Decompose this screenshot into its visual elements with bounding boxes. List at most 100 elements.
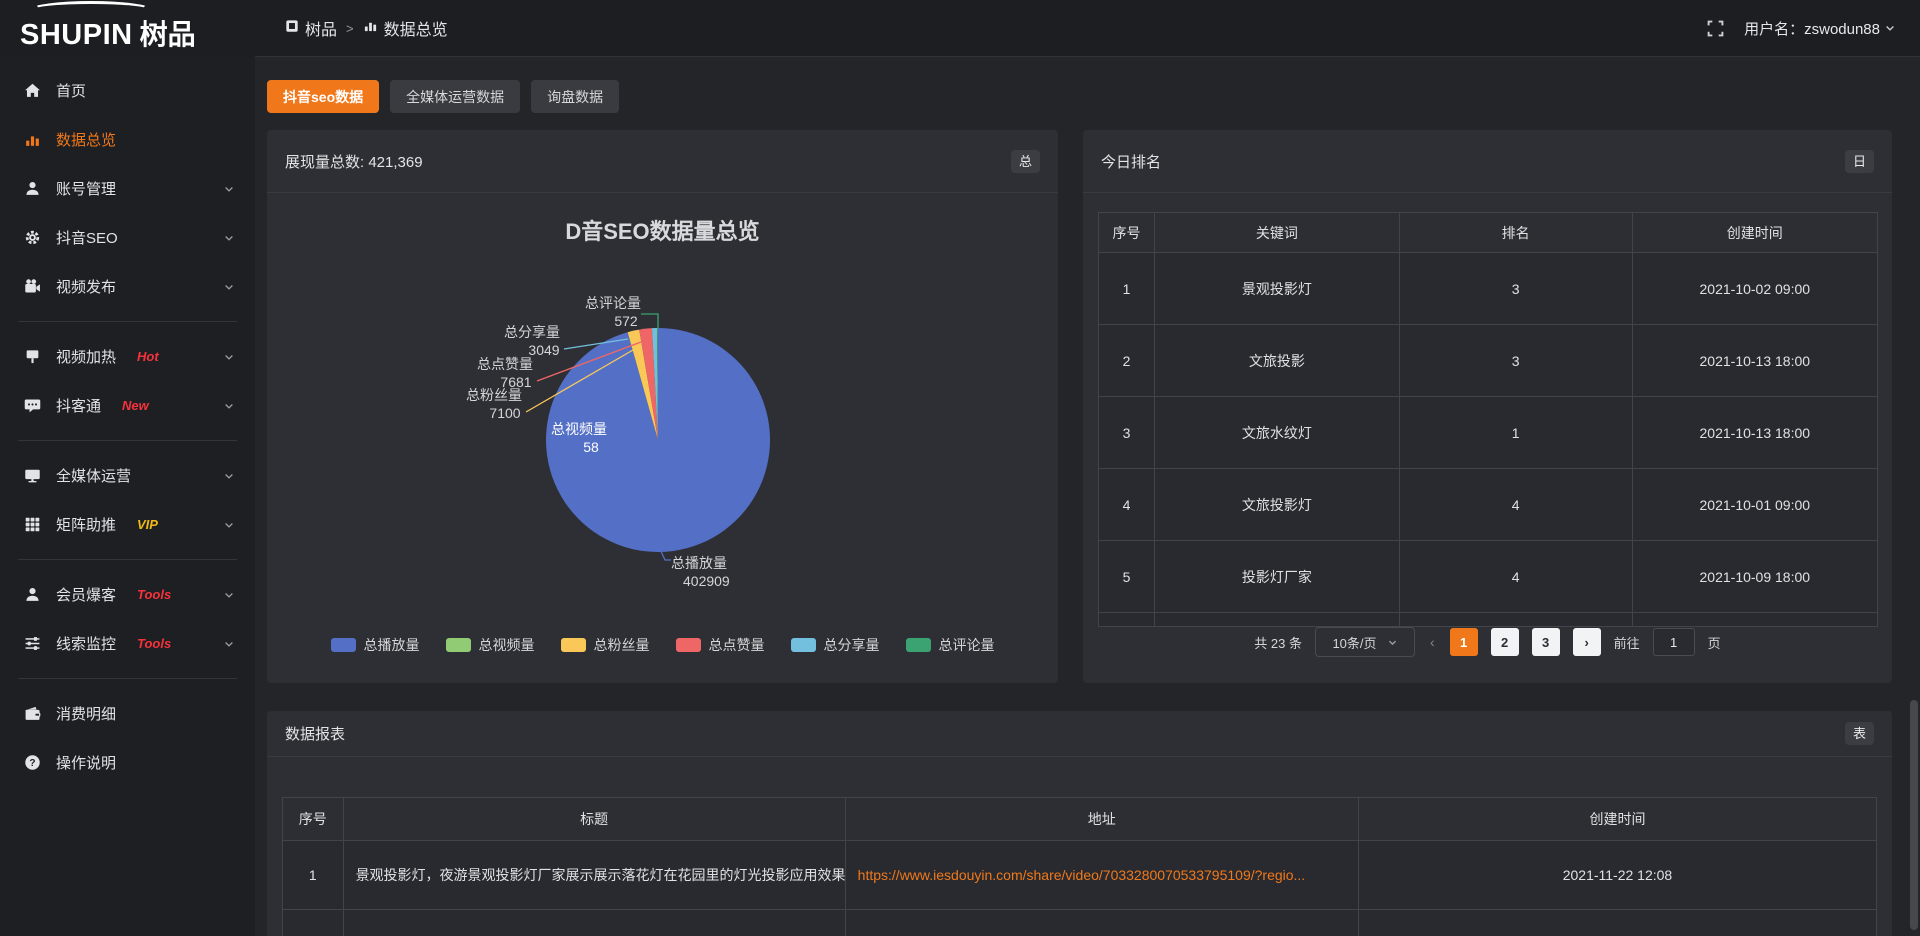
report-column-header: 地址	[845, 798, 1358, 841]
sidebar-item-label: 抖音SEO	[56, 227, 118, 248]
legend-label: 总分享量	[824, 635, 880, 655]
breadcrumb-item-root[interactable]: 树品	[285, 16, 337, 40]
pie-label-line	[641, 314, 658, 329]
legend-swatch	[446, 638, 471, 652]
chevron-down-icon	[223, 589, 235, 601]
main-content: 抖音seo数据全媒体运营数据询盘数据 展现量总数: 421,369 总 D音SE…	[255, 56, 1920, 936]
tab-douyin-seo-data[interactable]: 抖音seo数据	[267, 80, 379, 113]
report-column-header: 创建时间	[1358, 798, 1876, 841]
prev-page-button[interactable]: ‹	[1428, 634, 1437, 650]
legend-label: 总点赞量	[709, 635, 765, 655]
rank-column-header: 序号	[1099, 213, 1155, 253]
sidebar-item-matrix-boost[interactable]: 矩阵助推VIP	[0, 500, 255, 549]
page-button-2[interactable]: 2	[1491, 628, 1519, 656]
legend-item-总评论量[interactable]: 总评论量	[906, 635, 995, 655]
page-size-select[interactable]: 10条/页	[1315, 627, 1415, 657]
legend-item-总粉丝量[interactable]: 总粉丝量	[561, 635, 650, 655]
user-icon	[24, 180, 41, 197]
rank-table-cell: 2021-10-13 18:00	[1632, 397, 1877, 469]
sidebar-item-doukertong[interactable]: 抖客通New	[0, 381, 255, 430]
pie-label-name: 总分享量	[504, 324, 560, 340]
chevron-down-icon	[223, 519, 235, 531]
goto-label: 前往	[1614, 633, 1640, 652]
legend-label: 总评论量	[939, 635, 995, 655]
sidebar-item-consume-detail[interactable]: 消费明细	[0, 689, 255, 738]
pie-label-value: 572	[614, 313, 638, 329]
table-view-button[interactable]: 表	[1845, 722, 1874, 745]
rank-table-cell: 3	[1399, 253, 1632, 325]
sidebar-item-label: 操作说明	[56, 752, 116, 773]
report-video-link[interactable]: https://www.iesdouyin.com/share/video/70…	[858, 867, 1306, 883]
rank-table-cell: 投影灯厂家	[1155, 541, 1400, 613]
rank-panel-header: 今日排名 日	[1083, 130, 1892, 193]
breadcrumb-item-current[interactable]: 数据总览	[363, 16, 448, 40]
next-page-button[interactable]: ›	[1573, 628, 1601, 656]
sidebar-item-video-heat[interactable]: 视频加热Hot	[0, 332, 255, 381]
logo[interactable]: SHUPIN 树品	[0, 4, 255, 53]
legend-item-总播放量[interactable]: 总播放量	[331, 635, 420, 655]
sidebar-item-operation-guide[interactable]: ? 操作说明	[0, 738, 255, 787]
legend-item-总分享量[interactable]: 总分享量	[791, 635, 880, 655]
sidebar-item-media-operation[interactable]: 全媒体运营	[0, 451, 255, 500]
logo-text-cn: 树品	[140, 13, 196, 53]
pagination-total: 共 23 条	[1254, 633, 1302, 652]
report-cell-created: 2021-11-22 12:08	[1358, 841, 1876, 910]
vertical-scrollbar-thumb[interactable]	[1910, 700, 1918, 930]
rank-table-cell: 4	[1399, 541, 1632, 613]
username-label: 用户名：zswodun88	[1744, 18, 1880, 39]
sidebar-item-video-publish[interactable]: 视频发布	[0, 262, 255, 311]
sidebar: 首页数据总览账号管理抖音SEO 视频发布视频加热Hot抖客通New 全媒体运营矩阵助…	[0, 56, 255, 936]
data-report-panel: 数据报表 表 序号标题地址创建时间 1景观投影灯，夜游景观投影灯厂家展示展示落花…	[267, 711, 1892, 936]
rank-column-header: 排名	[1399, 213, 1632, 253]
page-button-3[interactable]: 3	[1532, 628, 1560, 656]
tab-inquiry-data[interactable]: 询盘数据	[531, 80, 619, 113]
tab-media-operation-data[interactable]: 全媒体运营数据	[390, 80, 520, 113]
report-column-header: 序号	[283, 798, 344, 841]
sidebar-item-data-overview[interactable]: 数据总览	[0, 115, 255, 164]
sidebar-item-clue-monitor[interactable]: 线索监控Tools	[0, 619, 255, 668]
sign-icon	[24, 348, 41, 365]
rank-table-cell: 2	[1099, 325, 1155, 397]
sidebar-item-label: 数据总览	[56, 129, 116, 150]
svg-text:?: ?	[29, 758, 35, 769]
chevron-down-icon	[223, 232, 235, 244]
pie-label-name: 总点赞量	[477, 356, 533, 372]
gear-icon	[24, 229, 41, 246]
logo-text-en: SHUPIN	[20, 19, 133, 52]
goto-page-input[interactable]	[1653, 628, 1695, 656]
rank-table-cell: 2021-10-02 09:00	[1632, 253, 1877, 325]
legend-label: 总视频量	[479, 635, 535, 655]
header-right: 用户名：zswodun88	[1707, 18, 1920, 39]
day-view-button[interactable]: 日	[1845, 150, 1874, 173]
fullscreen-icon[interactable]	[1707, 20, 1724, 37]
chat-icon	[24, 397, 41, 414]
sidebar-item-home[interactable]: 首页	[0, 66, 255, 115]
rank-table-cell: 2021-10-01 09:00	[1632, 469, 1877, 541]
legend-item-总点赞量[interactable]: 总点赞量	[676, 635, 765, 655]
legend-swatch	[906, 638, 931, 652]
rank-table-cell: 文旅投影灯	[1155, 469, 1400, 541]
legend-item-总视频量[interactable]: 总视频量	[446, 635, 535, 655]
pie-label-value: 7100	[489, 405, 520, 421]
rank-table-cell: 5	[1099, 541, 1155, 613]
report-column-header: 标题	[343, 798, 845, 841]
bar-chart-icon	[24, 131, 41, 148]
pie-slice-总播放量[interactable]	[546, 328, 770, 552]
sidebar-item-account-manage[interactable]: 账号管理	[0, 164, 255, 213]
chevron-down-icon	[223, 183, 235, 195]
report-table-row: 1景观投影灯，夜游景观投影灯厂家展示展示落花灯在花园里的灯光投影应用效果 #ht…	[283, 841, 1877, 910]
chevron-down-icon	[223, 638, 235, 650]
sidebar-item-member-baoke[interactable]: 会员爆客Tools	[0, 570, 255, 619]
top-header: SHUPIN 树品 树品 > 数据总览 用户名：zswodun88	[0, 0, 1920, 56]
legend-swatch	[676, 638, 701, 652]
page-button-1[interactable]: 1	[1450, 628, 1478, 656]
user-menu[interactable]: 用户名：zswodun88	[1744, 18, 1896, 39]
chevron-down-icon	[1387, 637, 1398, 648]
video-camera-icon	[24, 278, 41, 295]
sidebar-item-douyin-seo[interactable]: 抖音SEO	[0, 213, 255, 262]
question-icon: ?	[24, 754, 41, 771]
breadcrumb-current-label: 数据总览	[384, 16, 448, 40]
seo-pie-chart: 总评论量572总分享量3049总点赞量7681总粉丝量7100总视频量58总播放…	[267, 130, 1058, 683]
rank-table-cell: 3	[1399, 325, 1632, 397]
sidebar-item-label: 首页	[56, 80, 86, 101]
